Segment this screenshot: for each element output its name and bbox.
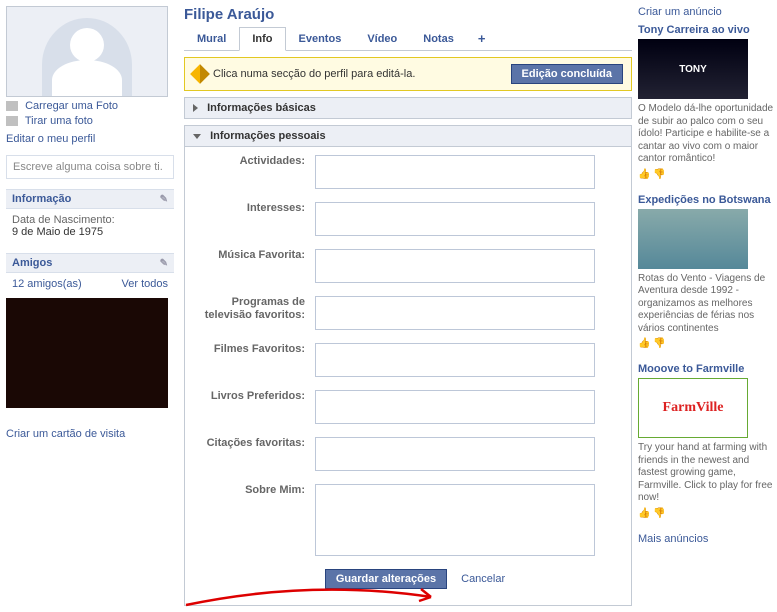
dob-label: Data de Nascimento: xyxy=(12,214,168,226)
ad-tony[interactable]: Tony Carreira ao vivo TONY O Modelo dá-l… xyxy=(638,24,777,180)
activities-label: Actividades: xyxy=(195,155,315,192)
status-input[interactable]: Escreve alguma coisa sobre ti. xyxy=(6,155,174,179)
ad-title[interactable]: Expedições no Botswana xyxy=(638,194,777,206)
activities-input[interactable] xyxy=(315,155,595,189)
tab-add[interactable]: + xyxy=(467,27,497,50)
interests-input[interactable] xyxy=(315,202,595,236)
ad-image[interactable] xyxy=(638,209,748,269)
tab-video[interactable]: Vídeo xyxy=(354,27,410,50)
friends-thumbnails[interactable] xyxy=(6,298,168,408)
take-photo-link[interactable]: Tirar uma foto xyxy=(25,115,93,127)
camera-icon xyxy=(6,101,18,111)
friends-block-title: Amigos xyxy=(12,257,52,269)
ad-farmville[interactable]: Mooove to Farmville FarmVille Try your h… xyxy=(638,363,777,519)
tab-info[interactable]: Info xyxy=(239,27,285,51)
edit-profile-link[interactable]: Editar o meu perfil xyxy=(6,133,174,145)
profile-tabs: Mural Info Eventos Vídeo Notas + xyxy=(184,27,632,51)
friends-count-link[interactable]: 12 amigos(as) xyxy=(12,278,82,290)
webcam-icon xyxy=(6,116,18,126)
dob-value: 9 de Maio de 1975 xyxy=(12,226,168,238)
movies-input[interactable] xyxy=(315,343,595,377)
tab-notes[interactable]: Notas xyxy=(410,27,467,50)
section-personal-title: Informações pessoais xyxy=(210,130,326,142)
ad-text: Rotas do Vento - Viagens de Aventura des… xyxy=(638,273,777,336)
ad-title[interactable]: Tony Carreira ao vivo xyxy=(638,24,777,36)
friends-block-header[interactable]: Amigos ✎ xyxy=(6,254,174,273)
section-basic-title: Informações básicas xyxy=(207,102,316,114)
interests-label: Interesses: xyxy=(195,202,315,239)
ad-feedback[interactable]: 👍 👎 xyxy=(638,169,777,180)
pencil-icon[interactable]: ✎ xyxy=(160,258,168,269)
ad-title[interactable]: Mooove to Farmville xyxy=(638,363,777,375)
ad-image[interactable]: TONY xyxy=(638,39,748,99)
tv-input[interactable] xyxy=(315,296,595,330)
info-block-title: Informação xyxy=(12,193,71,205)
info-block-header[interactable]: Informação ✎ xyxy=(6,190,174,209)
chevron-down-icon xyxy=(193,134,201,139)
create-ad-link[interactable]: Criar um anúncio xyxy=(638,6,777,18)
about-label: Sobre Mim: xyxy=(195,484,315,559)
movies-label: Filmes Favoritos: xyxy=(195,343,315,380)
pencil-icon[interactable]: ✎ xyxy=(160,194,168,205)
tab-events[interactable]: Eventos xyxy=(286,27,355,50)
about-input[interactable] xyxy=(315,484,595,556)
pencil-icon xyxy=(190,64,210,84)
ad-feedback[interactable]: 👍 👎 xyxy=(638,508,777,519)
section-personal-info[interactable]: Informações pessoais xyxy=(184,125,632,147)
section-basic-info[interactable]: Informações básicas xyxy=(184,97,632,119)
create-biz-card-link[interactable]: Criar um cartão de visita xyxy=(6,428,125,440)
done-editing-button[interactable]: Edição concluída xyxy=(511,64,623,84)
ad-image[interactable]: FarmVille xyxy=(638,378,748,438)
music-input[interactable] xyxy=(315,249,595,283)
quotes-input[interactable] xyxy=(315,437,595,471)
quotes-label: Citações favoritas: xyxy=(195,437,315,474)
ad-feedback[interactable]: 👍 👎 xyxy=(638,338,777,349)
avatar-silhouette xyxy=(42,18,132,96)
more-ads-link[interactable]: Mais anúncios xyxy=(638,533,708,545)
upload-photo-link[interactable]: Carregar uma Foto xyxy=(25,100,118,112)
save-button[interactable]: Guardar alterações xyxy=(325,569,447,589)
music-label: Música Favorita: xyxy=(195,249,315,286)
chevron-right-icon xyxy=(193,104,198,112)
personal-info-form: Actividades: Interesses: Música Favorita… xyxy=(184,147,632,606)
ad-botswana[interactable]: Expedições no Botswana Rotas do Vento - … xyxy=(638,194,777,350)
ad-text: O Modelo dá-lhe oportunidade de subir ao… xyxy=(638,103,777,166)
notice-text: Clica numa secção do perfil para editá-l… xyxy=(213,68,415,80)
see-all-friends-link[interactable]: Ver todos xyxy=(122,278,168,290)
books-input[interactable] xyxy=(315,390,595,424)
profile-name: Filipe Araújo xyxy=(184,6,632,23)
profile-avatar[interactable] xyxy=(6,6,168,97)
ad-text: Try your hand at farming with friends in… xyxy=(638,442,777,505)
tv-label: Programas de televisão favoritos: xyxy=(195,296,315,333)
cancel-button[interactable]: Cancelar xyxy=(461,573,505,585)
books-label: Livros Preferidos: xyxy=(195,390,315,427)
tab-wall[interactable]: Mural xyxy=(184,27,239,50)
edit-notice: Clica numa secção do perfil para editá-l… xyxy=(184,57,632,91)
